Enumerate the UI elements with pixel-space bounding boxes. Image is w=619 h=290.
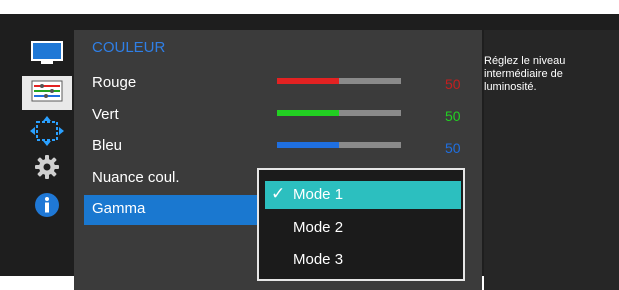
sidebar-item-information[interactable] — [22, 190, 72, 224]
option-label: Mode 1 — [293, 186, 344, 203]
sidebar-item-picture[interactable] — [22, 38, 72, 72]
menu-title: COULEUR — [92, 39, 166, 56]
help-text: Réglez le niveau intermédiaire de lumino… — [484, 55, 566, 93]
dropdown-option-mode-2[interactable]: Mode 2 — [265, 214, 461, 242]
monitor-icon — [30, 40, 64, 71]
resize-arrows-icon — [30, 115, 64, 151]
menu-item-red[interactable]: Rouge — [92, 74, 136, 91]
blue-slider-fill — [277, 142, 339, 148]
checkmark-icon: ✓ — [271, 184, 286, 203]
blue-slider[interactable] — [277, 142, 401, 148]
red-value: 50 — [445, 76, 461, 92]
green-value: 50 — [445, 108, 461, 124]
green-slider-fill — [277, 110, 339, 116]
menu-item-gamma[interactable]: Gamma — [84, 195, 260, 225]
red-slider-fill — [277, 78, 339, 84]
option-label: Mode 2 — [293, 219, 344, 236]
sidebar-item-setup[interactable] — [22, 152, 72, 186]
dropdown-option-mode-3[interactable]: Mode 3 — [265, 246, 461, 274]
info-icon — [34, 192, 60, 223]
dropdown-option-mode-1[interactable]: ✓ Mode 1 — [265, 181, 461, 209]
menu-item-blue[interactable]: Bleu — [92, 137, 122, 154]
green-slider[interactable] — [277, 110, 401, 116]
gear-icon — [34, 154, 60, 185]
gamma-dropdown: ✓ Mode 1 Mode 2 Mode 3 — [257, 168, 465, 281]
color-menu-panel: COULEUR Rouge 50 Vert 50 Bleu 50 Nuance … — [74, 30, 482, 290]
osd-frame: COULEUR Rouge 50 Vert 50 Bleu 50 Nuance … — [0, 14, 619, 290]
menu-item-green[interactable]: Vert — [92, 106, 119, 123]
sidebar-item-color[interactable] — [22, 76, 72, 110]
blue-value: 50 — [445, 140, 461, 156]
color-sliders-icon — [30, 79, 64, 108]
sidebar-item-size-position[interactable] — [22, 115, 72, 151]
option-label: Mode 3 — [293, 251, 344, 268]
menu-item-color-tone[interactable]: Nuance coul. — [92, 169, 180, 186]
red-slider[interactable] — [277, 78, 401, 84]
gamma-label: Gamma — [92, 200, 146, 217]
help-panel: Réglez le niveau intermédiaire de lumino… — [484, 30, 619, 290]
osd-sidebar — [22, 30, 72, 290]
